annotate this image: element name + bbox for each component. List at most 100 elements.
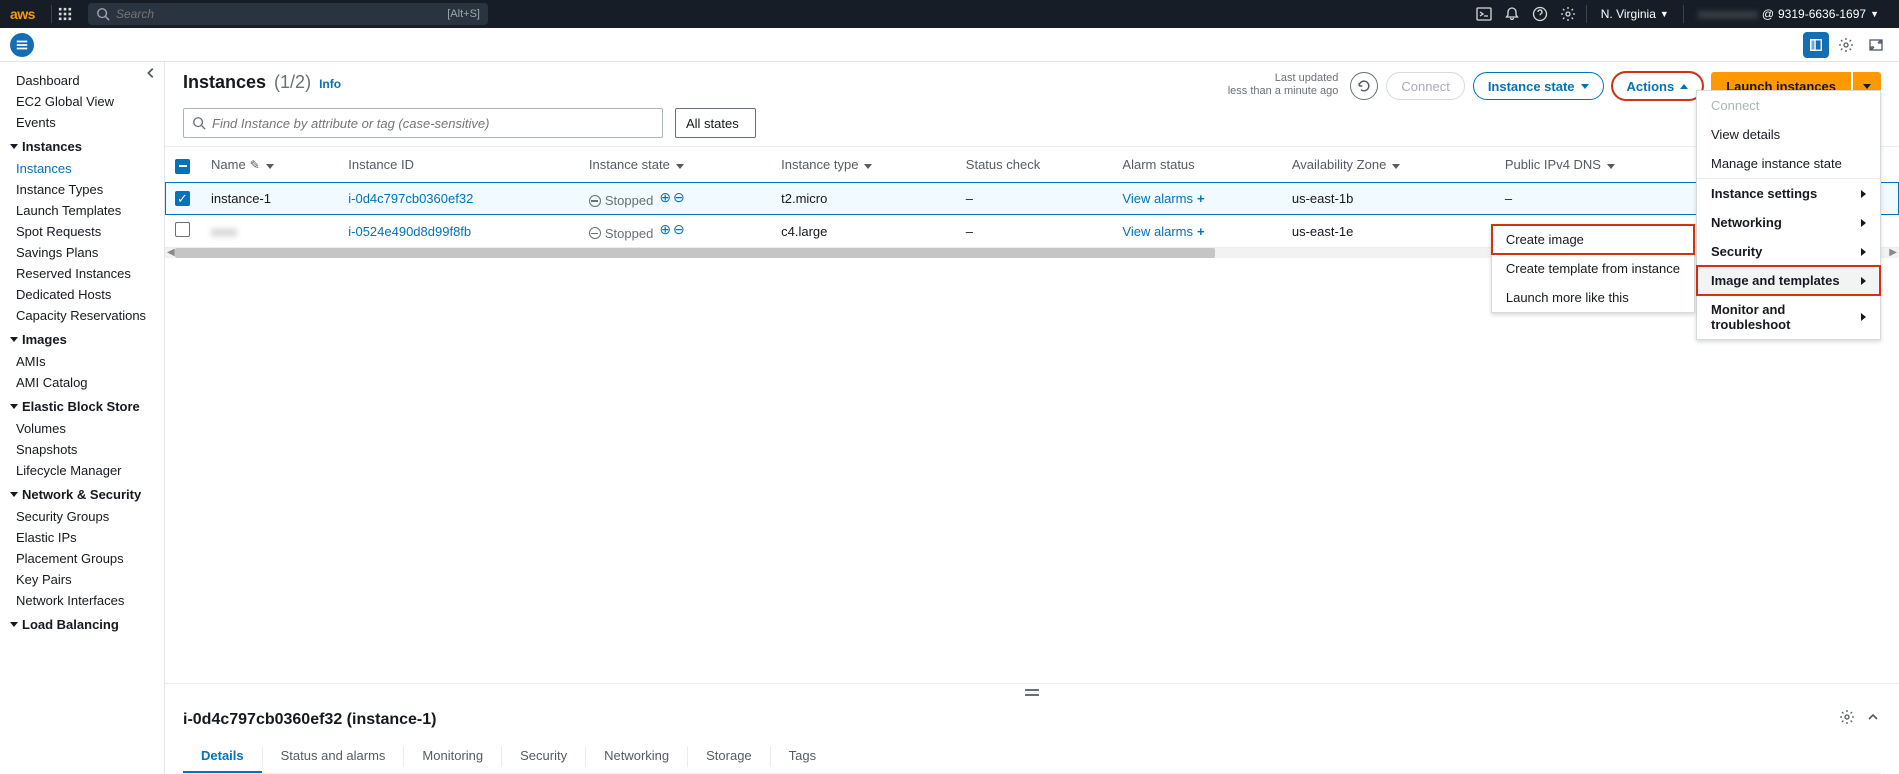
col-instance-id[interactable]: Instance ID: [338, 147, 579, 182]
tab-monitoring[interactable]: Monitoring: [404, 740, 501, 773]
info-link[interactable]: Info: [319, 77, 341, 91]
services-grid-icon[interactable]: [56, 5, 74, 23]
tab-details[interactable]: Details: [183, 740, 262, 773]
details-settings-icon[interactable]: [1839, 709, 1855, 730]
col-availability-zone[interactable]: Availability Zone: [1282, 147, 1495, 182]
edit-column-icon[interactable]: ✎: [250, 158, 260, 172]
account-name-blurred: xxxxxxxxxx: [1698, 7, 1758, 21]
details-expand-icon[interactable]: [1865, 709, 1881, 730]
sidebar-item-savings-plans[interactable]: Savings Plans: [6, 242, 164, 263]
cloudshell-icon[interactable]: [1470, 0, 1498, 28]
global-search-input[interactable]: [116, 7, 447, 21]
col-status-check[interactable]: Status check: [956, 147, 1113, 182]
sidebar-section-network-security[interactable]: Network & Security: [6, 481, 164, 506]
cell-az: us-east-1e: [1282, 215, 1495, 248]
sidebar-item-spot-requests[interactable]: Spot Requests: [6, 221, 164, 242]
cell-instance-id[interactable]: i-0d4c797cb0360ef32: [348, 191, 473, 206]
sidebar-item-reserved-instances[interactable]: Reserved Instances: [6, 263, 164, 284]
instance-state-button[interactable]: Instance state: [1473, 72, 1604, 100]
sidebar-section-instances[interactable]: Instances: [6, 133, 164, 158]
menu-connect[interactable]: Connect: [1697, 91, 1880, 120]
tab-status-alarms[interactable]: Status and alarms: [263, 740, 404, 773]
tab-security[interactable]: Security: [502, 740, 585, 773]
cell-type: c4.large: [771, 215, 956, 248]
panel-splitter[interactable]: [165, 683, 1899, 701]
sidebar-item-amis[interactable]: AMIs: [6, 351, 164, 372]
sidebar-item-network-interfaces[interactable]: Network Interfaces: [6, 590, 164, 611]
submenu-launch-more[interactable]: Launch more like this: [1492, 283, 1694, 312]
tab-tags[interactable]: Tags: [771, 740, 834, 773]
zoom-out-icon[interactable]: ⊖: [673, 221, 685, 238]
account-menu[interactable]: xxxxxxxxxx @9319-6636-1697 ▼: [1688, 7, 1889, 21]
instance-search[interactable]: [183, 108, 663, 138]
sidebar-item-elastic-ips[interactable]: Elastic IPs: [6, 527, 164, 548]
row-checkbox[interactable]: [175, 222, 190, 237]
sidebar-collapse-icon[interactable]: [144, 66, 158, 83]
sidebar-section-images[interactable]: Images: [6, 326, 164, 351]
cell-type: t2.micro: [771, 182, 956, 215]
sidebar-item-instances[interactable]: Instances: [6, 158, 164, 179]
col-instance-type[interactable]: Instance type: [771, 147, 956, 182]
select-all-checkbox[interactable]: [175, 159, 190, 174]
settings-icon[interactable]: [1554, 0, 1582, 28]
zoom-out-icon[interactable]: ⊖: [673, 189, 685, 206]
page-header: Instances (1/2) Info Last updated less t…: [165, 62, 1899, 100]
cell-dns: –: [1495, 182, 1711, 215]
region-selector[interactable]: N. Virginia ▼: [1591, 7, 1679, 21]
sidebar-item-placement-groups[interactable]: Placement Groups: [6, 548, 164, 569]
menu-image-and-templates[interactable]: Image and templates: [1697, 266, 1880, 295]
tab-storage[interactable]: Storage: [688, 740, 770, 773]
sidebar-section-ebs[interactable]: Elastic Block Store: [6, 393, 164, 418]
cog-outline-icon[interactable]: [1833, 32, 1859, 58]
cell-alarm-link[interactable]: View alarms+: [1122, 191, 1204, 206]
col-instance-state[interactable]: Instance state: [579, 147, 771, 182]
menu-security[interactable]: Security: [1697, 237, 1880, 266]
main-panel: Instances (1/2) Info Last updated less t…: [165, 62, 1899, 774]
col-public-dns[interactable]: Public IPv4 DNS: [1495, 147, 1711, 182]
sidebar-item-dedicated-hosts[interactable]: Dedicated Hosts: [6, 284, 164, 305]
sidebar-item-security-groups[interactable]: Security Groups: [6, 506, 164, 527]
aws-logo[interactable]: aws: [10, 6, 35, 22]
menu-instance-settings[interactable]: Instance settings: [1697, 179, 1880, 208]
global-search[interactable]: [Alt+S]: [88, 3, 488, 25]
menu-networking[interactable]: Networking: [1697, 208, 1880, 237]
sidebar-item-instance-types[interactable]: Instance Types: [6, 179, 164, 200]
notifications-icon[interactable]: [1498, 0, 1526, 28]
expand-icon[interactable]: [1863, 32, 1889, 58]
cell-status-check: –: [956, 215, 1113, 248]
submenu-create-image[interactable]: Create image: [1492, 225, 1694, 254]
nav-toggle-button[interactable]: [10, 33, 34, 57]
sidebar-item-dashboard[interactable]: Dashboard: [6, 70, 164, 91]
table-row[interactable]: ✓ instance-1 i-0d4c797cb0360ef32 Stopped…: [165, 182, 1899, 215]
cell-instance-id[interactable]: i-0524e490d8d99f8fb: [348, 224, 471, 239]
sidebar-item-volumes[interactable]: Volumes: [6, 418, 164, 439]
connect-button[interactable]: Connect: [1386, 72, 1464, 100]
row-checkbox[interactable]: ✓: [175, 191, 190, 206]
menu-monitor-troubleshoot[interactable]: Monitor and troubleshoot: [1697, 295, 1880, 339]
sidebar-item-launch-templates[interactable]: Launch Templates: [6, 200, 164, 221]
zoom-in-icon[interactable]: ⊕: [659, 189, 671, 206]
panel-toggle-icon[interactable]: [1803, 32, 1829, 58]
zoom-in-icon[interactable]: ⊕: [659, 221, 671, 238]
sidebar-item-ami-catalog[interactable]: AMI Catalog: [6, 372, 164, 393]
sidebar-section-load-balancing[interactable]: Load Balancing: [6, 611, 164, 636]
actions-button[interactable]: Actions: [1612, 72, 1704, 100]
refresh-button[interactable]: [1350, 72, 1378, 100]
sidebar-item-snapshots[interactable]: Snapshots: [6, 439, 164, 460]
sidebar-item-lifecycle-manager[interactable]: Lifecycle Manager: [6, 460, 164, 481]
col-alarm-status[interactable]: Alarm status: [1112, 147, 1281, 182]
instance-search-input[interactable]: [212, 116, 654, 131]
menu-view-details[interactable]: View details: [1697, 120, 1880, 149]
help-icon[interactable]: [1526, 0, 1554, 28]
cell-alarm-link[interactable]: View alarms+: [1122, 224, 1204, 239]
sidebar-item-capacity-reservations[interactable]: Capacity Reservations: [6, 305, 164, 326]
actions-dropdown: Connect View details Manage instance sta…: [1696, 90, 1881, 340]
submenu-create-template[interactable]: Create template from instance: [1492, 254, 1694, 283]
sidebar-item-ec2-global-view[interactable]: EC2 Global View: [6, 91, 164, 112]
tab-networking[interactable]: Networking: [586, 740, 687, 773]
sidebar-item-key-pairs[interactable]: Key Pairs: [6, 569, 164, 590]
sidebar-item-events[interactable]: Events: [6, 112, 164, 133]
menu-manage-instance-state[interactable]: Manage instance state: [1697, 149, 1880, 178]
col-name[interactable]: Name✎: [201, 147, 338, 182]
state-filter[interactable]: All states: [675, 108, 756, 138]
